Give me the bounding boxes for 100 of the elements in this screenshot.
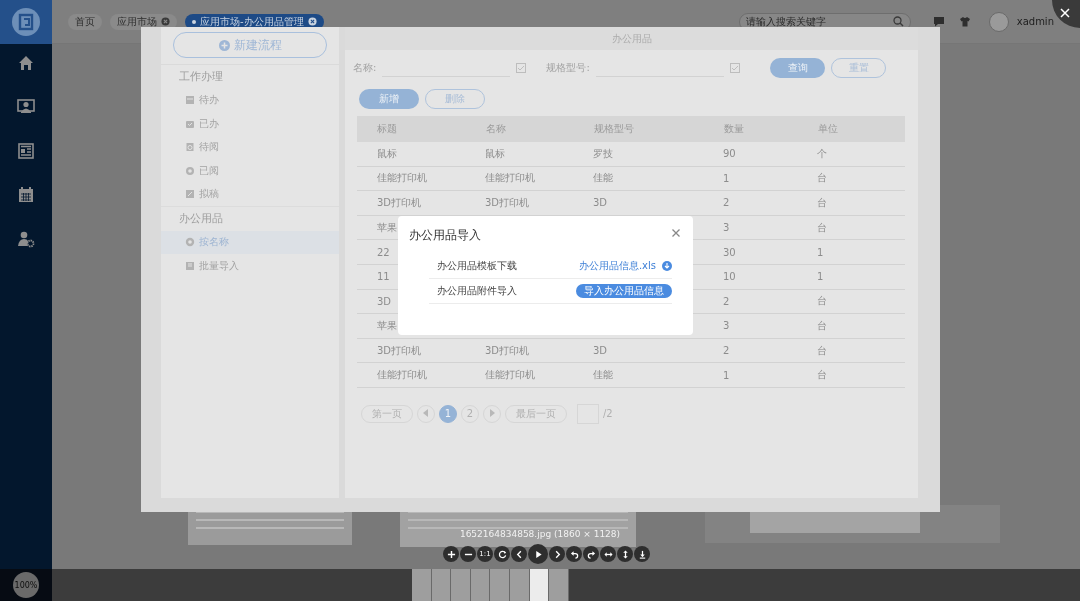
list-icon	[185, 260, 195, 271]
table-cell: 1	[723, 172, 730, 184]
filter-label: 名称:	[353, 61, 377, 75]
monitor-user-icon[interactable]	[17, 98, 35, 116]
table-cell: 个	[817, 147, 827, 159]
table-cell: 3	[723, 222, 730, 234]
plus-circle-icon	[218, 39, 230, 51]
tab[interactable]: 应用市场	[110, 13, 177, 30]
row-label: 办公用品附件导入	[437, 284, 517, 298]
close-button[interactable]	[671, 226, 681, 236]
section-title: 办公用品	[179, 211, 223, 226]
flip-horizontal-button[interactable]	[600, 546, 616, 562]
thumbnail[interactable]	[470, 569, 491, 601]
chat-icon[interactable]	[932, 16, 945, 27]
flip-vertical-icon	[620, 549, 630, 559]
table-cell: 3D打印机	[377, 197, 422, 208]
table-cell: 台	[817, 369, 827, 381]
image-caption: 1652164834858.jpg (1860 × 1128)	[459, 529, 621, 539]
thumbnail[interactable]	[509, 569, 530, 601]
table-cell: 3D打印机	[377, 344, 422, 356]
table-cell: 3D	[377, 295, 392, 307]
dialog-title: 办公用品导入	[409, 227, 481, 244]
thumbnail[interactable]	[549, 569, 569, 601]
sidebar-item[interactable]: 待办	[161, 88, 339, 112]
check-icon	[185, 118, 195, 129]
checkbox-icon[interactable]	[516, 63, 527, 73]
table-cell: 佳能打印机	[485, 172, 535, 184]
table-cell: 罗技	[593, 147, 613, 159]
thumbnail[interactable]	[490, 569, 510, 601]
reset-button[interactable]	[494, 546, 510, 562]
table-cell: 3D	[593, 197, 608, 209]
table-cell: 3D	[593, 345, 608, 357]
play-button[interactable]	[528, 544, 548, 564]
template-link[interactable]: 办公用品信息.xls	[578, 259, 656, 273]
tab[interactable]: 首页	[68, 13, 102, 30]
zoom-level: 100%	[13, 572, 39, 598]
user-name[interactable]: xadmin	[1016, 16, 1054, 27]
shirt-icon[interactable]	[958, 16, 971, 27]
table-cell: 台	[817, 197, 827, 208]
table-cell: 90	[723, 148, 736, 160]
table-cell: 3	[723, 320, 730, 332]
logo-icon	[11, 7, 41, 37]
close-icon[interactable]	[161, 17, 170, 26]
table-cell: 3D打印机	[485, 197, 530, 208]
home-icon[interactable]	[17, 54, 35, 72]
table-cell: 10	[723, 271, 736, 283]
inbox-icon	[185, 95, 195, 106]
table-cell: 11	[377, 271, 390, 283]
page-button[interactable]: 1	[439, 404, 457, 423]
zoom-out-button[interactable]	[460, 546, 476, 562]
thumbnail[interactable]	[431, 569, 452, 601]
checkbox-icon[interactable]	[729, 63, 740, 73]
table-cell: 佳能打印机	[377, 369, 427, 381]
download-icon[interactable]	[662, 261, 672, 271]
document-icon	[185, 142, 195, 153]
table-cell: 2	[723, 295, 730, 307]
user-avatar[interactable]	[988, 11, 1009, 32]
table-cell: 台	[817, 319, 827, 331]
download-icon	[637, 549, 647, 559]
thumbnail[interactable]	[451, 569, 471, 601]
table-cell: 台	[817, 172, 827, 184]
table-cell: 台	[817, 344, 827, 356]
import-button[interactable]: 导入办公用品信息	[576, 284, 672, 298]
previous-button[interactable]	[511, 546, 527, 562]
thumbnail[interactable]	[529, 569, 550, 601]
rotate-right-button[interactable]	[583, 546, 599, 562]
add-button[interactable]: 新增	[359, 89, 419, 109]
row-label: 办公用品模板下载	[437, 259, 517, 273]
rotate-left-button[interactable]	[566, 546, 582, 562]
sidebar-item[interactable]: 拟稿	[161, 182, 339, 206]
table-cell: 佳能打印机	[485, 369, 535, 381]
table-cell: 苹果	[377, 221, 397, 233]
calendar-icon[interactable]	[17, 186, 35, 204]
table-cell: 鼠标	[485, 147, 505, 159]
query-button[interactable]: 查询	[770, 58, 825, 78]
next-button[interactable]	[549, 546, 565, 562]
table-cell: 30	[723, 246, 736, 258]
table-cell: 1	[817, 271, 824, 283]
search-icon[interactable]	[892, 16, 904, 27]
close-icon	[671, 228, 681, 238]
close-icon	[1060, 8, 1070, 18]
thumbnail[interactable]	[412, 569, 432, 601]
table-cell: 佳能	[593, 172, 613, 184]
flip-vertical-button[interactable]	[617, 546, 633, 562]
close-icon[interactable]	[307, 17, 317, 26]
table-cell: 1	[723, 369, 730, 381]
download-button[interactable]	[634, 546, 650, 562]
circle-icon	[185, 237, 195, 248]
table-cell: 1	[817, 246, 824, 258]
flip-horizontal-icon	[603, 549, 613, 559]
triangle-right-icon	[489, 409, 495, 418]
table-cell: 台	[817, 221, 827, 233]
zoom-in-button[interactable]	[443, 546, 459, 562]
newspaper-icon[interactable]	[17, 142, 35, 160]
previous-icon	[514, 549, 524, 559]
table-cell: 2	[723, 197, 730, 209]
sidebar-item[interactable]: 已办	[161, 112, 339, 136]
user-settings-icon[interactable]	[17, 230, 35, 248]
table-cell: 佳能打印机	[377, 172, 427, 184]
rotate-right-icon	[586, 549, 596, 559]
